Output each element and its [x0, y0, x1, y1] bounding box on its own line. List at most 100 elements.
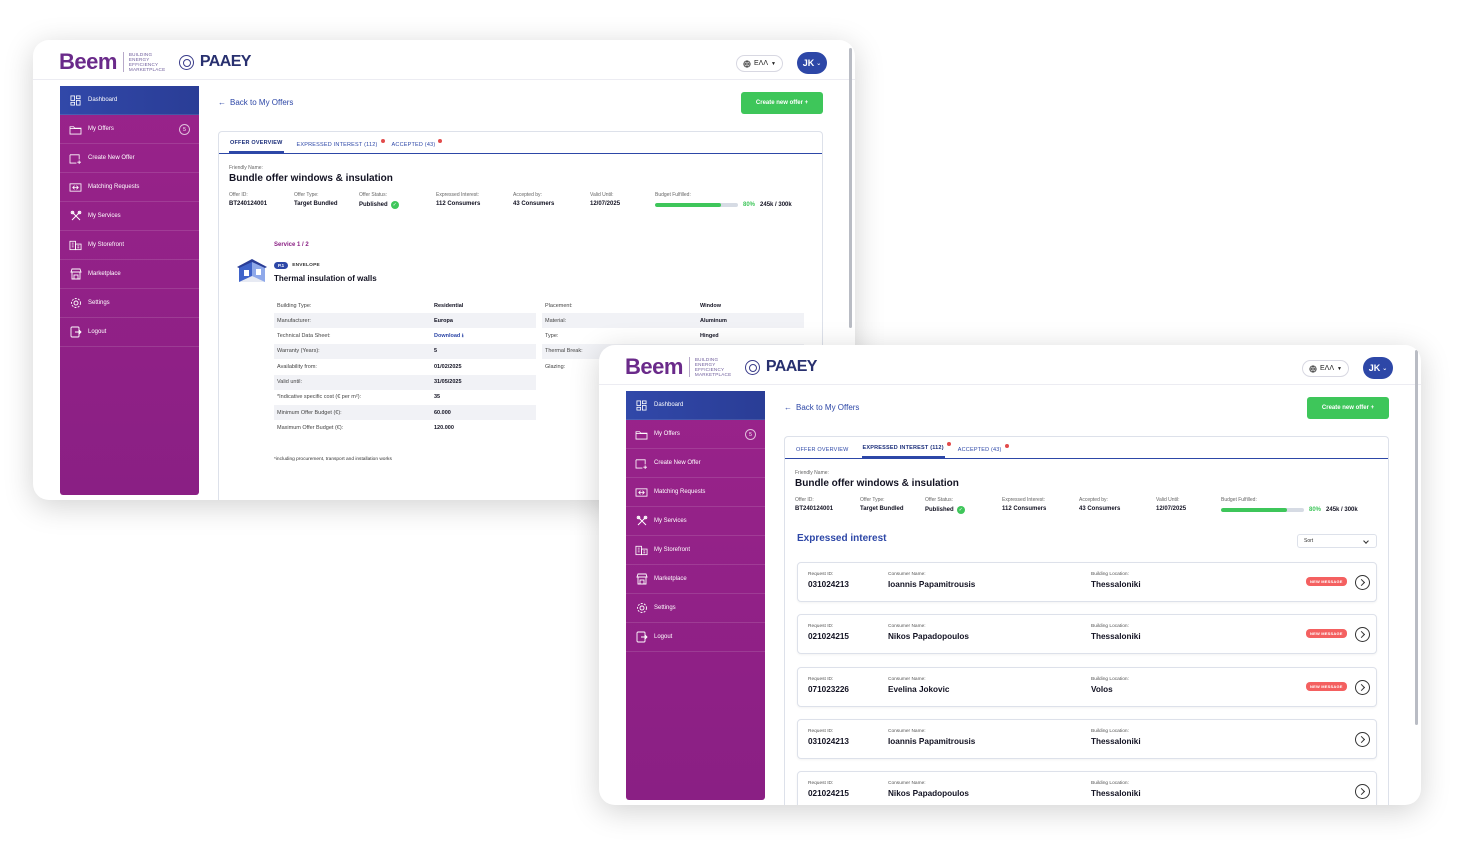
back-to-offers-link[interactable]: ← Back to My Offers: [218, 98, 293, 107]
sidebar-item-my-services[interactable]: My Services: [60, 202, 199, 231]
sidebar-item-label: Settings: [654, 605, 676, 611]
interest-row[interactable]: Request ID: 071023226 Consumer Name: Evelin…: [797, 666, 1377, 707]
tab-accepted[interactable]: ACCEPTED (43): [391, 139, 443, 153]
tab-offer-overview[interactable]: OFFER OVERVIEW: [795, 447, 850, 458]
caret-down-icon: ▼: [1337, 365, 1342, 372]
app-logo[interactable]: Beem BUILDING ENERGY EFFICIENCY MARKETPL…: [59, 49, 251, 75]
user-avatar[interactable]: JK ⌄: [1363, 357, 1393, 379]
spec-key: *Indicative specific cost (€ per m²):: [277, 394, 362, 401]
open-request-chevron-icon[interactable]: [1355, 575, 1370, 590]
sidebar-item-settings[interactable]: Settings: [60, 289, 199, 318]
budget-percent: 80%: [743, 202, 756, 208]
consumer-name-label: Consumer Name:: [888, 624, 926, 630]
paaey-logo: PAAEY: [765, 358, 818, 375]
sidebar-item-label: My Offers: [654, 431, 680, 437]
spec-key: Minimum Offer Budget (€):: [277, 409, 342, 416]
consumer-name-value: Ioannis Papamitrousis: [888, 736, 976, 746]
sidebar-item-settings[interactable]: Settings: [626, 594, 765, 623]
back-link-label: Back to My Offers: [796, 403, 860, 412]
meta-label: Valid Until:: [1156, 497, 1180, 503]
sidebar: Dashboard My Offers 5 Create New Offer Match…: [626, 391, 765, 800]
create-new-offer-button[interactable]: Create new offer +: [741, 92, 823, 114]
sidebar-item-dashboard[interactable]: Dashboard: [626, 391, 765, 420]
back-to-offers-link[interactable]: ← Back to My Offers: [784, 403, 859, 412]
building-location-label: Building Location:: [1091, 781, 1129, 787]
spec-row: Placement: Window: [542, 298, 804, 313]
open-request-chevron-icon[interactable]: [1355, 627, 1370, 643]
sidebar-item-label: My Services: [88, 213, 121, 219]
globe-icon: [1309, 364, 1317, 373]
open-request-chevron-icon[interactable]: [1355, 679, 1370, 695]
download-datasheet-link[interactable]: Download ⭳: [434, 332, 464, 341]
meta-value: Published ✓: [925, 506, 965, 514]
folder-icon: [635, 429, 648, 440]
sidebar-item-create-new-offer[interactable]: Create New Offer: [60, 144, 199, 173]
meta-value: BT240124001: [795, 506, 833, 512]
interest-row[interactable]: Request ID: 031024213 Consumer Name: Ioanni…: [797, 718, 1377, 759]
sidebar-item-marketplace[interactable]: Marketplace: [60, 260, 199, 289]
store-icon: [69, 268, 82, 280]
sidebar-item-logout[interactable]: Logout: [60, 318, 199, 347]
offers-count-badge: 5: [745, 429, 756, 440]
spec-row: Building Type: Residential: [274, 298, 536, 313]
meta-label: Offer Status:: [359, 192, 387, 198]
meta-value-text: 12/07/2025: [590, 201, 621, 207]
meta-label: Offer Status:: [925, 497, 953, 503]
sidebar-item-my-storefront[interactable]: My Storefront: [60, 231, 199, 260]
building-location-cell: Building Location: Thessaloniki: [1091, 781, 1141, 798]
cost-footnote: *including procurement, transport and in…: [274, 457, 392, 462]
interest-row[interactable]: Request ID: 031024213 Consumer Name: Ioanni…: [797, 562, 1377, 602]
language-selector[interactable]: ΕΛΛ ▼: [736, 55, 783, 72]
create-new-offer-button[interactable]: Create new offer +: [1307, 397, 1389, 419]
sidebar-item-logout[interactable]: Logout: [626, 623, 765, 652]
sidebar-item-my-offers[interactable]: My Offers 5: [626, 420, 765, 449]
request-id-value: 021024215: [808, 789, 849, 799]
app-logo[interactable]: Beem BUILDING ENERGY EFFICIENCY MARKETPL…: [625, 354, 817, 380]
tab-accepted[interactable]: ACCEPTED (43): [957, 444, 1009, 458]
budget-amount: 245k / 300k: [1326, 507, 1358, 513]
scrollbar[interactable]: [849, 48, 852, 328]
sidebar-item-label: My Storefront: [88, 242, 125, 248]
beem-logo: Beem: [625, 354, 683, 379]
building-location-value: Thessaloniki: [1091, 789, 1141, 799]
sidebar-item-my-services[interactable]: My Services: [626, 507, 765, 536]
user-avatar[interactable]: JK ⌄: [797, 52, 827, 74]
expressed-interest-heading: Expressed interest: [797, 533, 887, 544]
sidebar-item-marketplace[interactable]: Marketplace: [626, 565, 765, 594]
spec-key: Type:: [545, 333, 559, 340]
beem-logo: Beem: [59, 49, 117, 74]
interest-row[interactable]: Request ID: 021024215 Consumer Name: Nikos …: [797, 771, 1377, 805]
new-message-badge: NEW MESSAGE: [1306, 577, 1347, 586]
sidebar-item-create-new-offer[interactable]: Create New Offer: [626, 449, 765, 478]
request-id-label: Request ID:: [808, 624, 834, 630]
request-id-label: Request ID:: [808, 572, 834, 577]
tab-expressed-interest[interactable]: EXPRESSED INTEREST (112): [861, 442, 951, 458]
language-selector[interactable]: ΕΛΛ ▼: [1302, 360, 1349, 377]
new-message-badge: NEW MESSAGE: [1306, 629, 1347, 639]
spec-value: 120.000: [434, 424, 454, 431]
open-request-chevron-icon[interactable]: [1355, 731, 1370, 747]
sidebar-item-dashboard[interactable]: Dashboard: [60, 86, 199, 115]
sidebar-item-matching-requests[interactable]: Matching Requests: [626, 478, 765, 507]
sidebar-item-my-offers[interactable]: My Offers 5: [60, 115, 199, 144]
building-location-cell: Building Location: Volos: [1091, 677, 1129, 694]
notification-dot: [438, 139, 443, 143]
meta-value-text: Published: [359, 202, 388, 208]
expressed-interest-window: Beem BUILDING ENERGY EFFICIENCY MARKETPL…: [599, 345, 1421, 805]
tab-expressed-interest[interactable]: EXPRESSED INTEREST (112): [296, 139, 385, 153]
offer-tabs: OFFER OVERVIEW EXPRESSED INTEREST (112) …: [785, 437, 1388, 459]
tab-offer-overview[interactable]: OFFER OVERVIEW: [229, 140, 284, 153]
interest-row[interactable]: Request ID: 021024215 Consumer Name: Nikos …: [797, 614, 1377, 655]
sort-dropdown[interactable]: Sort: [1297, 534, 1377, 548]
sidebar-item-my-storefront[interactable]: My Storefront: [626, 536, 765, 565]
request-id-cell: Request ID: 031024213: [808, 729, 849, 746]
offer-meta-field: Expressed Interest: 112 Consumers: [1002, 497, 1046, 512]
sidebar-item-matching-requests[interactable]: Matching Requests: [60, 173, 199, 202]
spec-key: Placement:: [545, 302, 573, 309]
offer-meta-field: Offer Type: Target Bundled: [860, 497, 904, 512]
published-check-icon: ✓: [956, 506, 965, 514]
sidebar-item-label: Matching Requests: [88, 184, 140, 190]
open-request-chevron-icon[interactable]: [1355, 784, 1370, 800]
tools-icon: [635, 515, 648, 527]
scrollbar[interactable]: [1415, 350, 1418, 725]
